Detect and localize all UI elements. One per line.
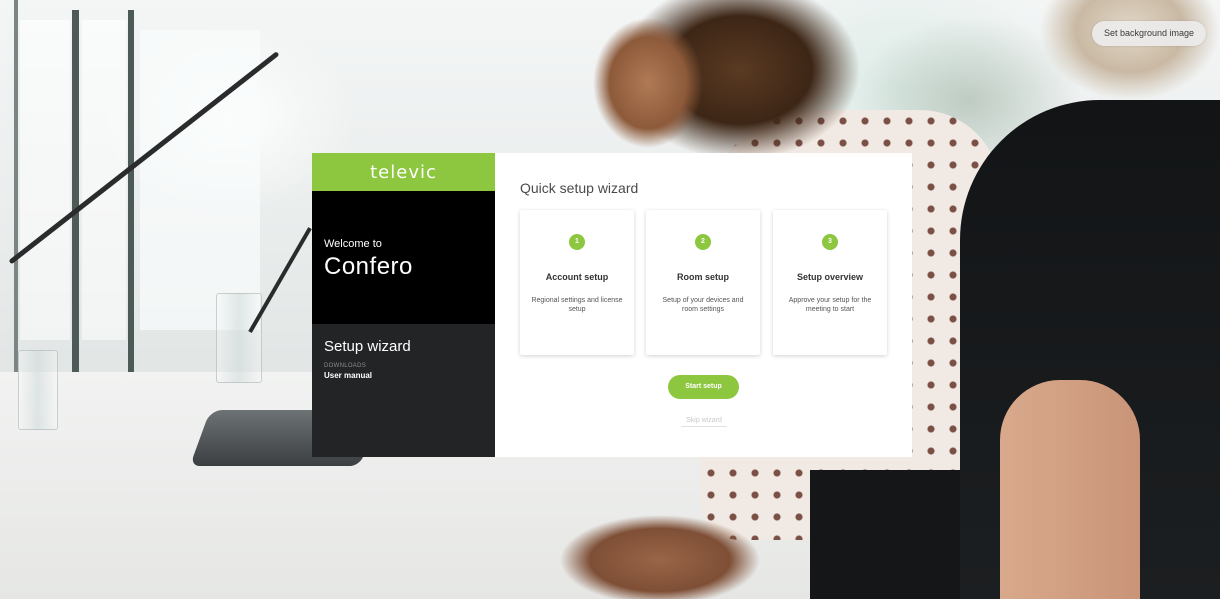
- step-card-room-setup[interactable]: 2 Room setup Setup of your devices and r…: [646, 210, 760, 355]
- step-description: Approve your setup for the meeting to st…: [788, 297, 872, 313]
- window-pane: [20, 20, 70, 340]
- person-arm: [1000, 380, 1140, 599]
- start-setup-button[interactable]: Start setup: [668, 375, 739, 399]
- water-glass: [216, 293, 262, 383]
- welcome-label: Welcome to: [324, 238, 382, 250]
- skip-wizard-link[interactable]: Skip wizard: [681, 417, 727, 427]
- person-face: [588, 18, 708, 148]
- step-title: Setup overview: [796, 272, 864, 282]
- person-hands: [560, 510, 760, 599]
- wizard-title: Quick setup wizard: [520, 180, 639, 196]
- setup-wizard-title: Setup wizard: [324, 338, 411, 355]
- window-pane: [140, 30, 260, 330]
- brand-bar: televic: [312, 153, 495, 191]
- step-title: Account setup: [545, 272, 609, 282]
- step-number-badge: 2: [695, 234, 711, 250]
- product-name: Confero: [324, 253, 413, 280]
- set-background-button[interactable]: Set background image: [1092, 21, 1206, 46]
- televic-logo-icon: televic: [370, 161, 437, 183]
- step-card-setup-overview[interactable]: 3 Setup overview Approve your setup for …: [773, 210, 887, 355]
- step-number-badge: 3: [822, 234, 838, 250]
- welcome-block: Welcome to Confero: [312, 191, 495, 324]
- user-manual-link[interactable]: User manual: [324, 371, 483, 380]
- step-card-account-setup[interactable]: 1 Account setup Regional settings and li…: [520, 210, 634, 355]
- setup-block: Setup wizard DOWNLOADS User manual: [312, 324, 495, 457]
- step-description: Regional settings and license setup: [531, 297, 623, 313]
- step-title: Room setup: [676, 272, 729, 282]
- step-description: Setup of your devices and room settings: [662, 297, 744, 313]
- person-hair: [1040, 0, 1220, 120]
- sidebar: televic Welcome to Confero Setup wizard …: [312, 153, 495, 457]
- downloads-label: DOWNLOADS: [324, 363, 367, 369]
- wizard-panel: Quick setup wizard 1 Account setup Regio…: [495, 153, 912, 457]
- step-number-badge: 1: [569, 234, 585, 250]
- water-glass: [18, 350, 58, 430]
